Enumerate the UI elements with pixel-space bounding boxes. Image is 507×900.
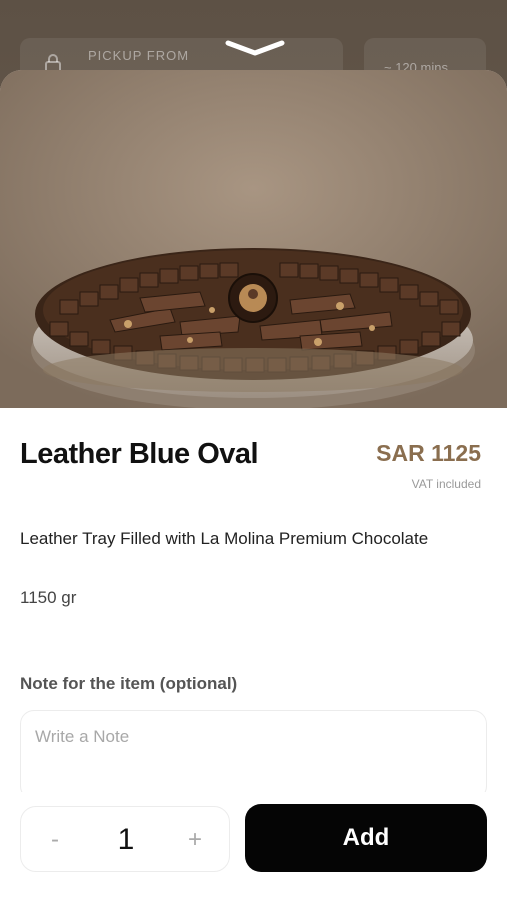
product-image xyxy=(0,70,507,408)
product-description: Leather Tray Filled with La Molina Premi… xyxy=(20,529,429,548)
note-input[interactable] xyxy=(20,710,487,800)
product-weight: 1150 gr xyxy=(20,588,77,607)
product-sheet: Leather Blue Oval SAR 1125 VAT included … xyxy=(0,70,507,900)
note-label: Note for the item (optional) xyxy=(20,674,238,693)
chevron-down-icon[interactable] xyxy=(224,38,286,58)
add-to-cart-button[interactable]: Add xyxy=(245,804,487,872)
product-price: SAR 1125 xyxy=(376,440,481,466)
product-detail-screen: PICKUP FROM ~ 120 mins Leather Blue Oval… xyxy=(0,0,507,900)
quantity-stepper: - 1 + xyxy=(20,806,230,872)
increase-quantity-button[interactable]: + xyxy=(165,807,225,873)
product-title: Leather Blue Oval xyxy=(20,438,259,470)
chocolate-tray-photo xyxy=(0,70,507,408)
quantity-value: 1 xyxy=(117,823,135,856)
bottom-action-bar: - 1 + Add xyxy=(0,792,507,900)
vat-note: VAT included xyxy=(411,477,481,491)
pickup-label: PICKUP FROM xyxy=(88,48,190,63)
decrease-quantity-button[interactable]: - xyxy=(25,807,85,873)
